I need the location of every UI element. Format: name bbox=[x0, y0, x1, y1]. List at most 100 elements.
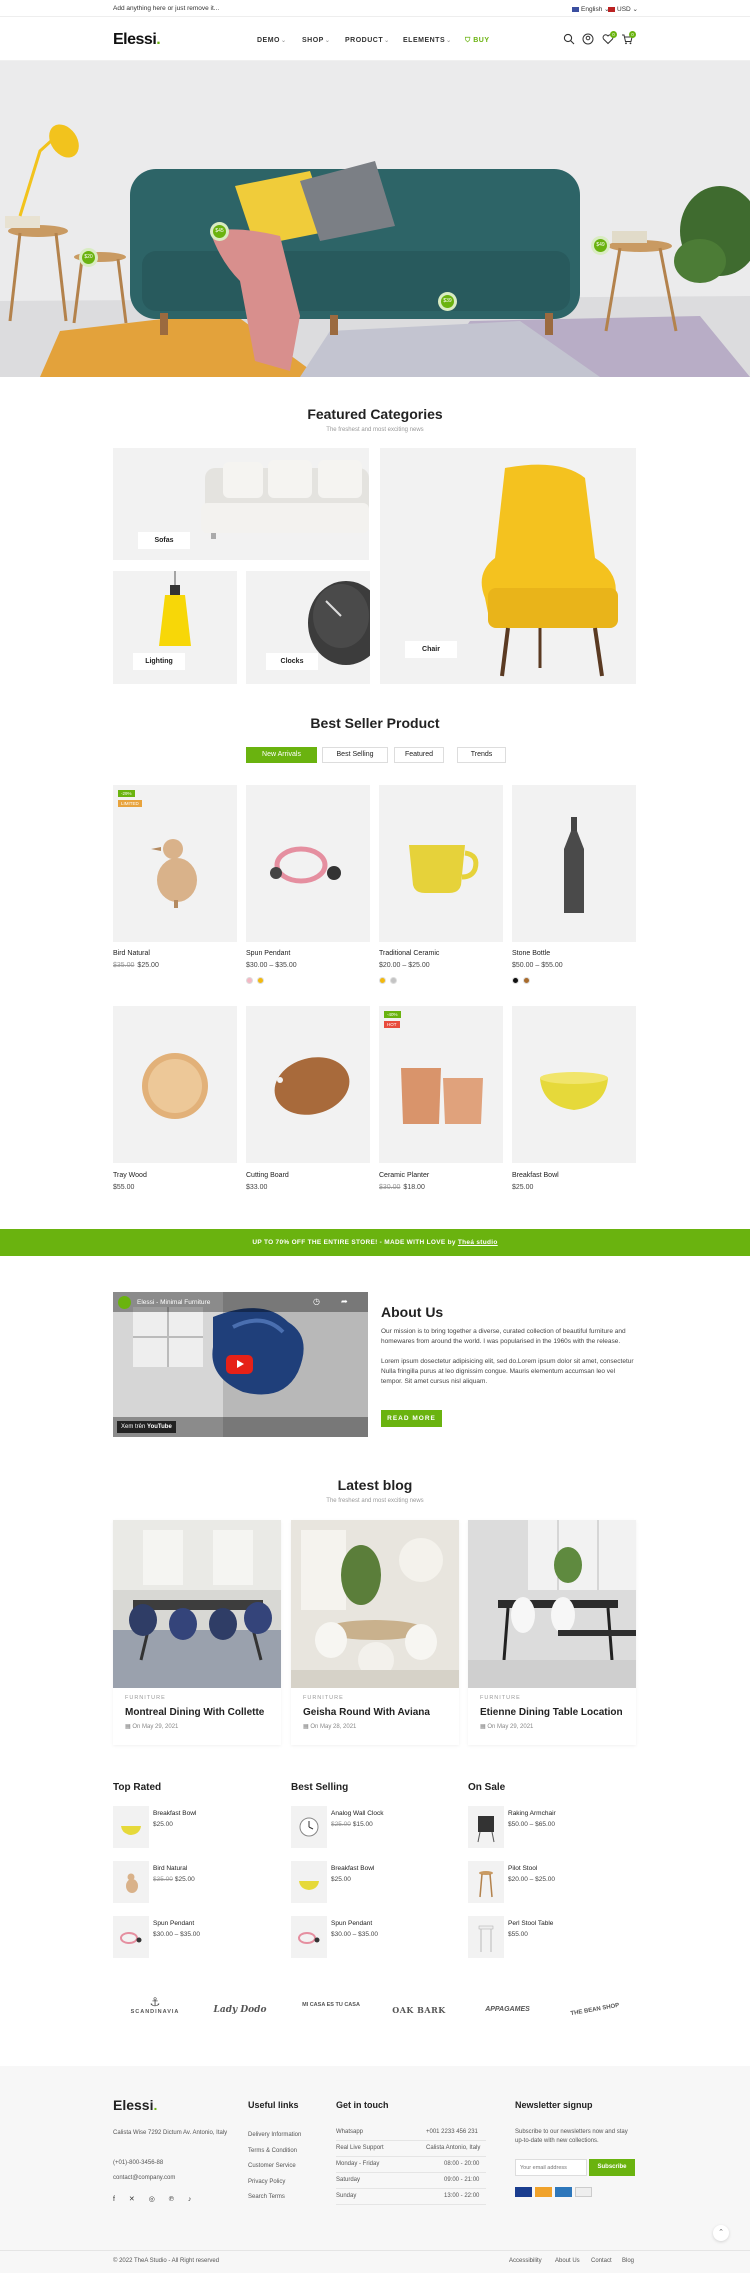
hotspot-pin[interactable]: $45 bbox=[210, 222, 229, 241]
color-swatch[interactable] bbox=[512, 977, 519, 984]
blog-card[interactable]: FURNITURE Montreal Dining With Collette … bbox=[113, 1520, 281, 1745]
nav-elements[interactable]: ELEMENTS⌄ bbox=[403, 37, 452, 44]
youtube-video[interactable]: Elessi - Minimal Furniture ◷ ➦ Xem trên … bbox=[113, 1292, 368, 1437]
mini-product-image[interactable] bbox=[291, 1806, 327, 1848]
product-name[interactable]: Bird Natural bbox=[113, 950, 150, 957]
hotspot-pin[interactable]: $49 bbox=[591, 236, 610, 255]
mini-product-name[interactable]: Spun Pendant bbox=[153, 1920, 194, 1927]
color-swatch[interactable] bbox=[246, 977, 253, 984]
footer-link[interactable]: Terms & Condition bbox=[248, 2148, 297, 2154]
brand-logo-mi-casa[interactable]: MI CASA ES TU CASA bbox=[296, 1995, 366, 2025]
product-image-traditional-ceramic[interactable] bbox=[379, 785, 503, 942]
color-swatch[interactable] bbox=[523, 977, 530, 984]
studio-link[interactable]: Theá studio bbox=[458, 1239, 498, 1246]
mini-product-image[interactable] bbox=[113, 1861, 149, 1903]
blog-post-title[interactable]: Montreal Dining With Collette bbox=[125, 1707, 264, 1718]
mini-product-name[interactable]: Spun Pendant bbox=[331, 1920, 372, 1927]
language-selector[interactable]: English ⌄ bbox=[572, 5, 610, 13]
footer-link[interactable]: Privacy Policy bbox=[248, 2179, 285, 2185]
mini-product-name[interactable]: Pilot Stool bbox=[508, 1865, 537, 1872]
mini-product-name[interactable]: Breakfast Bowl bbox=[153, 1810, 196, 1817]
bottom-link[interactable]: Contact bbox=[591, 2258, 612, 2264]
mini-product-image[interactable] bbox=[468, 1806, 504, 1848]
product-image-stone-bottle[interactable] bbox=[512, 785, 636, 942]
category-chair[interactable]: Chair bbox=[380, 448, 636, 684]
product-name[interactable]: Cutting Board bbox=[246, 1172, 289, 1179]
color-swatch[interactable] bbox=[390, 977, 397, 984]
brand-logo-bean-shop[interactable]: THE BEAN SHOP bbox=[558, 1989, 632, 2031]
product-image-spun-pendant[interactable] bbox=[246, 785, 370, 942]
product-name[interactable]: Ceramic Planter bbox=[379, 1172, 429, 1179]
mini-product-image[interactable] bbox=[113, 1916, 149, 1958]
mini-product-image[interactable] bbox=[291, 1861, 327, 1903]
nav-product[interactable]: PRODUCT⌄ bbox=[345, 37, 390, 44]
mini-product-name[interactable]: Analog Wall Clock bbox=[331, 1810, 384, 1817]
footer-phone[interactable]: (+01)-800-3456-88 bbox=[113, 2160, 163, 2166]
blog-category[interactable]: FURNITURE bbox=[303, 1695, 344, 1701]
blog-post-title[interactable]: Geisha Round With Aviana bbox=[303, 1707, 430, 1718]
color-swatch[interactable] bbox=[379, 977, 386, 984]
clock-icon[interactable]: ◷ bbox=[313, 1297, 320, 1306]
product-image-tray-wood[interactable] bbox=[113, 1006, 237, 1163]
user-icon[interactable] bbox=[582, 33, 594, 45]
read-more-button[interactable]: READ MORE bbox=[381, 1410, 442, 1427]
nav-shop[interactable]: SHOP⌄ bbox=[302, 37, 330, 44]
play-icon[interactable] bbox=[226, 1355, 253, 1374]
blog-category[interactable]: FURNITURE bbox=[125, 1695, 166, 1701]
footer-logo[interactable]: Elessi. bbox=[113, 2097, 157, 2113]
footer-link[interactable]: Customer Service bbox=[248, 2163, 296, 2169]
newsletter-email-input[interactable] bbox=[515, 2159, 587, 2176]
brand-logo-oak-bark[interactable]: OAK BARK bbox=[384, 1995, 454, 2025]
nav-buy[interactable]: ⛉ BUY bbox=[465, 37, 489, 45]
product-image-cutting-board[interactable] bbox=[246, 1006, 370, 1163]
hotspot-pin[interactable]: $20 bbox=[79, 248, 98, 267]
mini-product-image[interactable] bbox=[468, 1861, 504, 1903]
product-name[interactable]: Spun Pendant bbox=[246, 950, 290, 957]
color-swatch[interactable] bbox=[257, 977, 264, 984]
subscribe-button[interactable]: Subscribe bbox=[589, 2159, 635, 2176]
mini-product-name[interactable]: Perl Stool Table bbox=[508, 1920, 553, 1927]
category-sofas[interactable]: Sofas bbox=[113, 448, 369, 560]
mini-product-name[interactable]: Raking Armchair bbox=[508, 1810, 556, 1817]
tab-new-arrivals[interactable]: New Arrivals bbox=[246, 747, 317, 763]
brand-logo-lady-dodo[interactable]: Lady Dodo bbox=[205, 1995, 275, 2025]
blog-card[interactable]: FURNITURE Etienne Dining Table Location … bbox=[468, 1520, 636, 1745]
share-icon[interactable]: ➦ bbox=[341, 1297, 348, 1306]
bottom-link[interactable]: Accessibility bbox=[509, 2258, 542, 2264]
nav-demo[interactable]: DEMO⌄ bbox=[257, 37, 287, 44]
product-name[interactable]: Stone Bottle bbox=[512, 950, 550, 957]
brand-logo-appagames[interactable]: APPAGAMES bbox=[470, 1995, 545, 2025]
product-image-breakfast-bowl[interactable] bbox=[512, 1006, 636, 1163]
product-name[interactable]: Traditional Ceramic bbox=[379, 950, 439, 957]
search-icon[interactable] bbox=[563, 33, 575, 45]
mini-product-name[interactable]: Bird Natural bbox=[153, 1865, 187, 1872]
mini-product-image[interactable] bbox=[291, 1916, 327, 1958]
tab-featured[interactable]: Featured bbox=[394, 747, 444, 763]
product-image-bird-natural[interactable]: -29% LIMITED bbox=[113, 785, 237, 942]
watch-on-youtube[interactable]: Xem trên YouTube bbox=[117, 1421, 176, 1433]
currency-selector[interactable]: USD ⌄ bbox=[608, 5, 638, 13]
product-image-ceramic-planter[interactable]: -40% HOT bbox=[379, 1006, 503, 1163]
footer-email[interactable]: contact@company.com bbox=[113, 2175, 175, 2181]
hotspot-pin[interactable]: $39 bbox=[438, 292, 457, 311]
tab-trends[interactable]: Trends bbox=[457, 747, 506, 763]
footer-link[interactable]: Delivery Information bbox=[248, 2132, 301, 2138]
mini-product-name[interactable]: Breakfast Bowl bbox=[331, 1865, 374, 1872]
brand-logo-scandinavia[interactable]: ⚓ SCANDINAVIA bbox=[120, 1995, 190, 2025]
blog-card[interactable]: FURNITURE Geisha Round With Aviana ▦ On … bbox=[291, 1520, 459, 1745]
category-lighting[interactable]: Lighting bbox=[113, 571, 237, 684]
product-name[interactable]: Tray Wood bbox=[113, 1172, 147, 1179]
mini-product-image[interactable] bbox=[113, 1806, 149, 1848]
category-clocks[interactable]: Clocks bbox=[246, 571, 370, 684]
blog-category[interactable]: FURNITURE bbox=[480, 1695, 521, 1701]
back-to-top-icon[interactable]: ⌃ bbox=[713, 2225, 729, 2241]
product-name[interactable]: Breakfast Bowl bbox=[512, 1172, 559, 1179]
bottom-link[interactable]: About Us bbox=[555, 2258, 580, 2264]
social-icons[interactable]: f ✕ ◎ ℗ ♪ bbox=[113, 2195, 197, 2203]
site-logo[interactable]: Elessi. bbox=[113, 31, 161, 49]
mini-product-image[interactable] bbox=[468, 1916, 504, 1958]
footer-link[interactable]: Search Terms bbox=[248, 2194, 285, 2200]
bottom-link[interactable]: Blog bbox=[622, 2258, 634, 2264]
blog-post-title[interactable]: Etienne Dining Table Location bbox=[480, 1707, 623, 1718]
tab-best-selling[interactable]: Best Selling bbox=[322, 747, 388, 763]
